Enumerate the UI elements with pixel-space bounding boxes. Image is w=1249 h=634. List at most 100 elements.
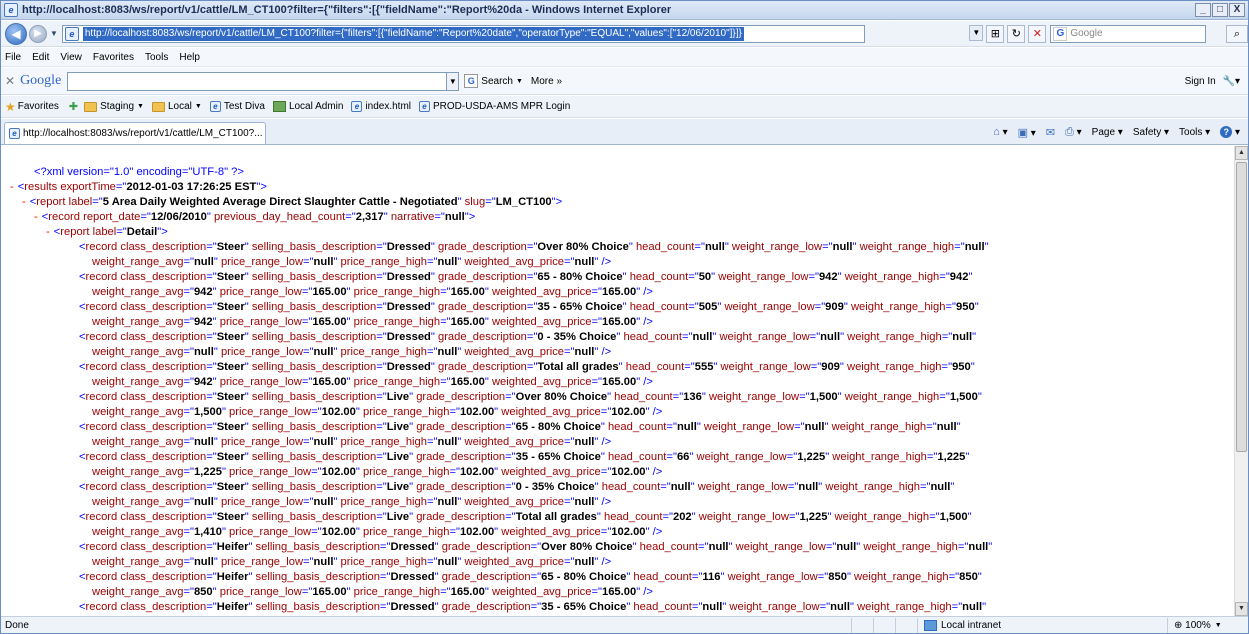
attr-value: 102.00 bbox=[611, 526, 646, 538]
attr-value: null bbox=[670, 481, 691, 493]
collapse-toggle[interactable]: - bbox=[22, 196, 26, 208]
recent-pages-dropdown[interactable]: ▼ bbox=[50, 29, 58, 38]
record-date: 12/06/2010 bbox=[150, 211, 207, 223]
ie-page-icon: e bbox=[209, 101, 221, 112]
menu-view[interactable]: View bbox=[60, 52, 82, 63]
scroll-up-arrow[interactable]: ▲ bbox=[1235, 146, 1248, 160]
attr-value: 165.00 bbox=[312, 586, 347, 598]
close-button[interactable]: X bbox=[1229, 3, 1245, 17]
vertical-scrollbar[interactable]: ▲ ▼ bbox=[1234, 146, 1248, 616]
tab-current[interactable]: e http://localhost:8083/ws/report/v1/cat… bbox=[4, 122, 266, 144]
page-menu[interactable]: Page ▾ bbox=[1092, 127, 1123, 138]
back-button[interactable]: ◀ bbox=[5, 22, 27, 45]
folder-icon bbox=[84, 101, 98, 112]
attr-value: null bbox=[193, 256, 214, 268]
record-row-line2: weight_range_avg="null" price_range_low=… bbox=[92, 346, 612, 358]
menu-file[interactable]: File bbox=[5, 52, 21, 63]
attr-value: null bbox=[193, 556, 214, 568]
export-time: 2012-01-03 17:26:25 EST bbox=[126, 181, 257, 193]
attr-value: Dressed bbox=[386, 241, 431, 253]
security-zone[interactable]: Local intranet bbox=[917, 617, 1167, 633]
home-button[interactable]: ⌂ ▾ bbox=[993, 126, 1007, 138]
attr-value: Dressed bbox=[386, 301, 431, 313]
attr-value: 102.00 bbox=[459, 526, 495, 538]
attr-value: 165.00 bbox=[601, 586, 637, 598]
attr-value: null bbox=[313, 346, 334, 358]
maximize-button[interactable]: □ bbox=[1212, 3, 1228, 17]
attr-value: Dressed bbox=[390, 571, 435, 583]
record-row-line1: <record class_description="Steer" sellin… bbox=[79, 391, 982, 403]
favorites-star-icon[interactable]: ★ bbox=[5, 100, 16, 114]
detail-label: Detail bbox=[126, 226, 158, 238]
menu-help[interactable]: Help bbox=[179, 52, 200, 63]
attr-value: 102.00 bbox=[321, 406, 356, 418]
help-menu[interactable]: ? ▾ bbox=[1220, 126, 1240, 138]
google-search-dropdown[interactable]: ▼ bbox=[447, 71, 460, 91]
print-button[interactable]: ⎙ ▾ bbox=[1065, 126, 1082, 139]
close-toolbar-icon[interactable]: ✕ bbox=[5, 74, 15, 88]
attr-value: Live bbox=[386, 391, 410, 403]
scroll-down-arrow[interactable]: ▼ bbox=[1235, 602, 1248, 616]
address-tools: ▼ ⊞ ↻ ✕ bbox=[869, 24, 1047, 43]
attr-value: null bbox=[574, 256, 595, 268]
collapse-toggle[interactable]: - bbox=[46, 226, 50, 238]
wrench-icon: 🔧▾ bbox=[1222, 75, 1240, 87]
xml-content: <?xml version="1.0" encoding="UTF-8" ?> … bbox=[1, 146, 1235, 616]
status-cell bbox=[851, 617, 873, 633]
attr-value: 102.00 bbox=[459, 406, 495, 418]
add-to-favorites-icon[interactable]: ✚ bbox=[69, 100, 78, 113]
attr-value: 1,500 bbox=[809, 391, 838, 403]
fav-item-staging[interactable]: Staging ▼ bbox=[84, 101, 144, 112]
fav-item-local[interactable]: Local ▼ bbox=[151, 101, 202, 112]
compatibility-icon[interactable]: ⊞ bbox=[986, 24, 1005, 43]
attr-value: null bbox=[193, 436, 214, 448]
attr-value: null bbox=[313, 436, 334, 448]
address-bar[interactable]: e http://localhost:8083/ws/report/v1/cat… bbox=[61, 24, 866, 43]
safety-menu[interactable]: Safety ▾ bbox=[1133, 127, 1169, 138]
collapse-toggle[interactable]: - bbox=[34, 211, 38, 223]
record-row-line2: weight_range_avg="942" price_range_low="… bbox=[92, 376, 653, 388]
status-bar: Done Local intranet ⊕ 100% ▼ bbox=[1, 616, 1248, 633]
search-go-button[interactable]: ⌕ bbox=[1226, 24, 1248, 43]
record-row-line2: weight_range_avg="1,410" price_range_low… bbox=[92, 526, 663, 538]
attr-value: 165.00 bbox=[601, 316, 637, 328]
zoom-control[interactable]: ⊕ 100% ▼ bbox=[1167, 617, 1228, 633]
fav-item-prod-login[interactable]: e PROD-USDA-AMS MPR Login bbox=[419, 101, 570, 112]
attr-value: Steer bbox=[216, 421, 245, 433]
fav-item-local-admin[interactable]: Local Admin bbox=[272, 101, 343, 112]
attr-value: Over 80% Choice bbox=[515, 391, 608, 403]
forward-button[interactable]: ▶ bbox=[28, 24, 47, 43]
google-search-button[interactable]: G Search ▼ bbox=[464, 74, 523, 88]
attr-value: Heifer bbox=[216, 601, 249, 613]
favorites-label[interactable]: Favorites bbox=[18, 101, 59, 112]
stop-icon[interactable]: ✕ bbox=[1028, 24, 1047, 43]
address-dropdown-button[interactable]: ▼ bbox=[969, 24, 984, 41]
record-row-line1: <record class_description="Steer" sellin… bbox=[79, 241, 989, 253]
address-url[interactable]: http://localhost:8083/ws/report/v1/cattl… bbox=[82, 26, 744, 41]
mail-button[interactable]: ✉ bbox=[1046, 126, 1055, 139]
menu-tools[interactable]: Tools bbox=[145, 52, 168, 63]
fav-item-test-diva[interactable]: e Test Diva bbox=[209, 101, 265, 112]
record-row-line1: <record class_description="Steer" sellin… bbox=[79, 361, 975, 373]
attr-value: null bbox=[574, 496, 595, 508]
google-more-button[interactable]: More » bbox=[531, 76, 562, 87]
record-row-line1: <record class_description="Steer" sellin… bbox=[79, 271, 973, 283]
attr-value: 102.00 bbox=[321, 466, 356, 478]
menu-edit[interactable]: Edit bbox=[32, 52, 49, 63]
scroll-thumb[interactable] bbox=[1236, 162, 1247, 452]
google-search-input[interactable] bbox=[67, 71, 448, 91]
xml-record-line: - <record report_date="12/06/2010" previo… bbox=[34, 211, 476, 223]
collapse-toggle[interactable]: - bbox=[10, 181, 14, 193]
fav-item-index[interactable]: e index.html bbox=[351, 101, 411, 112]
refresh-icon[interactable]: ↻ bbox=[1007, 24, 1026, 43]
attr-value: null bbox=[437, 496, 458, 508]
attr-value: 850 bbox=[193, 586, 213, 598]
google-sign-in[interactable]: Sign In 🔧▾ bbox=[1185, 76, 1240, 87]
feeds-button[interactable]: ▣ ▾ bbox=[1018, 126, 1036, 139]
attr-value: 0 - 35% Choice bbox=[515, 481, 595, 493]
minimize-button[interactable]: _ bbox=[1195, 3, 1211, 17]
attr-value: null bbox=[313, 256, 334, 268]
search-box[interactable]: G Google bbox=[1050, 24, 1207, 43]
menu-favorites[interactable]: Favorites bbox=[93, 52, 134, 63]
tools-menu[interactable]: Tools ▾ bbox=[1179, 127, 1210, 138]
